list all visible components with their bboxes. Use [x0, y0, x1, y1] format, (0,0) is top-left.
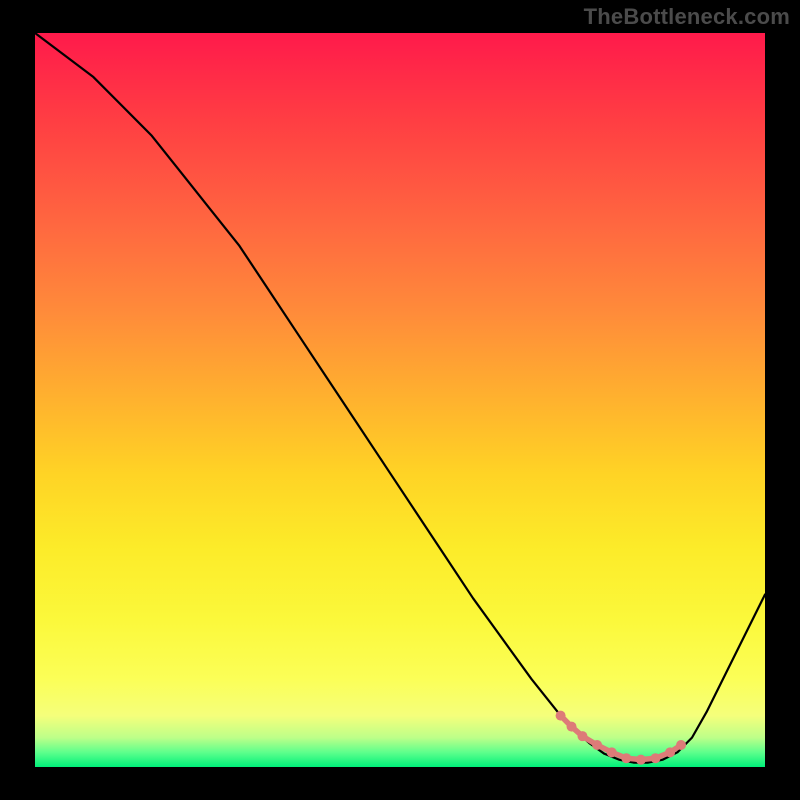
highlight-dot [636, 755, 646, 765]
highlight-dot [592, 740, 602, 750]
highlight-dot [578, 731, 588, 741]
highlight-dot [607, 747, 617, 757]
highlight-dots [556, 711, 686, 765]
curve-svg [35, 33, 765, 767]
highlight-dot [621, 753, 631, 763]
plot-area [35, 33, 765, 767]
chart-frame: TheBottleneck.com [0, 0, 800, 800]
highlight-dot [665, 747, 675, 757]
watermark-text: TheBottleneck.com [584, 4, 790, 30]
highlight-dot [567, 722, 577, 732]
highlight-dot [676, 740, 686, 750]
highlight-dot [651, 753, 661, 763]
bottleneck-curve [35, 33, 765, 763]
highlight-dot [556, 711, 566, 721]
